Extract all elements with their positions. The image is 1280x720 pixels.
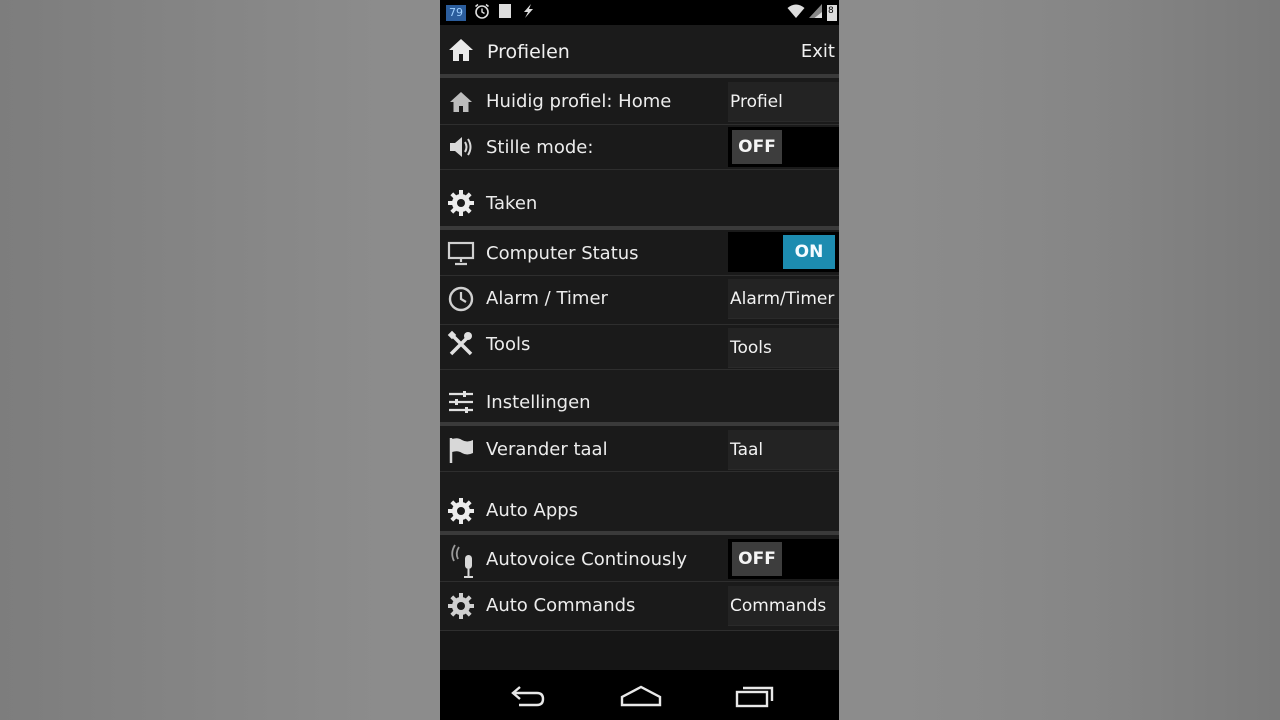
status-bar: 79 8: [440, 0, 839, 25]
autovoice-toggle[interactable]: OFF: [728, 539, 839, 579]
microphone-icon: [446, 539, 476, 579]
signal-icon: [809, 3, 823, 23]
tasks-section-header: Taken: [440, 170, 839, 226]
tools-button[interactable]: Tools: [728, 328, 839, 368]
alarm-timer-button[interactable]: Alarm/Timer: [728, 279, 839, 319]
phone-screen: 79 8 Profielen Exit Huidig profiel: Home…: [440, 0, 839, 720]
app-header: Profielen Exit: [440, 25, 839, 75]
recent-apps-icon[interactable]: [735, 683, 775, 709]
alarm-icon: [474, 3, 490, 23]
current-profile-row: Huidig profiel: Home Profiel: [440, 78, 839, 124]
back-icon[interactable]: [507, 683, 547, 709]
computer-status-label: Computer Status: [486, 243, 639, 264]
settings-section-header: Instellingen: [440, 370, 839, 422]
home-icon: [446, 87, 476, 117]
battery-icon: 8: [827, 5, 837, 21]
speaker-icon: [446, 132, 476, 162]
alarm-timer-row: Alarm / Timer Alarm/Timer: [440, 276, 839, 324]
gear-icon: [446, 591, 476, 621]
computer-status-row: Computer Status ON: [440, 230, 839, 275]
tasks-section-label: Taken: [486, 193, 538, 214]
battery-level-text: 8: [828, 6, 834, 16]
flash-icon: [520, 3, 536, 23]
toggle-off-label: OFF: [732, 542, 782, 576]
auto-apps-section-label: Auto Apps: [486, 500, 579, 521]
notification-icon: [498, 3, 512, 23]
sliders-icon: [446, 387, 476, 417]
alarm-timer-label: Alarm / Timer: [486, 288, 608, 309]
page-title: Profielen: [487, 41, 570, 63]
divider: [440, 630, 839, 631]
profile-button[interactable]: Profiel: [728, 82, 839, 122]
silent-mode-label: Stille mode:: [486, 137, 594, 158]
monitor-icon: [446, 238, 476, 268]
computer-status-toggle[interactable]: ON: [728, 232, 839, 272]
tools-label: Tools: [486, 334, 531, 355]
toggle-off-label: OFF: [732, 130, 782, 164]
autovoice-row: Autovoice Continously OFF: [440, 535, 839, 581]
clock-icon: [446, 284, 476, 314]
home-icon[interactable]: [620, 683, 662, 709]
change-language-label: Verander taal: [486, 439, 608, 460]
tools-row: Tools Tools: [440, 325, 839, 369]
gear-icon: [446, 188, 476, 218]
language-button[interactable]: Taal: [728, 430, 839, 470]
toggle-on-label: ON: [783, 235, 835, 269]
current-profile-label: Huidig profiel: Home: [486, 91, 672, 112]
wifi-icon: [787, 3, 805, 23]
silent-mode-toggle[interactable]: OFF: [728, 127, 839, 167]
auto-commands-label: Auto Commands: [486, 595, 636, 616]
silent-mode-row: Stille mode: OFF: [440, 125, 839, 169]
settings-section-label: Instellingen: [486, 392, 591, 413]
exit-button[interactable]: Exit: [801, 41, 835, 62]
notification-count-badge: 79: [446, 5, 466, 21]
home-icon: [446, 35, 476, 65]
autovoice-label: Autovoice Continously: [486, 549, 688, 570]
flag-icon: [446, 435, 476, 465]
commands-button[interactable]: Commands: [728, 586, 839, 626]
change-language-row: Verander taal Taal: [440, 426, 839, 471]
gear-icon: [446, 496, 476, 526]
navigation-bar: [440, 670, 839, 720]
auto-commands-row: Auto Commands Commands: [440, 582, 839, 630]
tools-icon: [446, 329, 476, 359]
auto-apps-section-header: Auto Apps: [440, 472, 839, 531]
